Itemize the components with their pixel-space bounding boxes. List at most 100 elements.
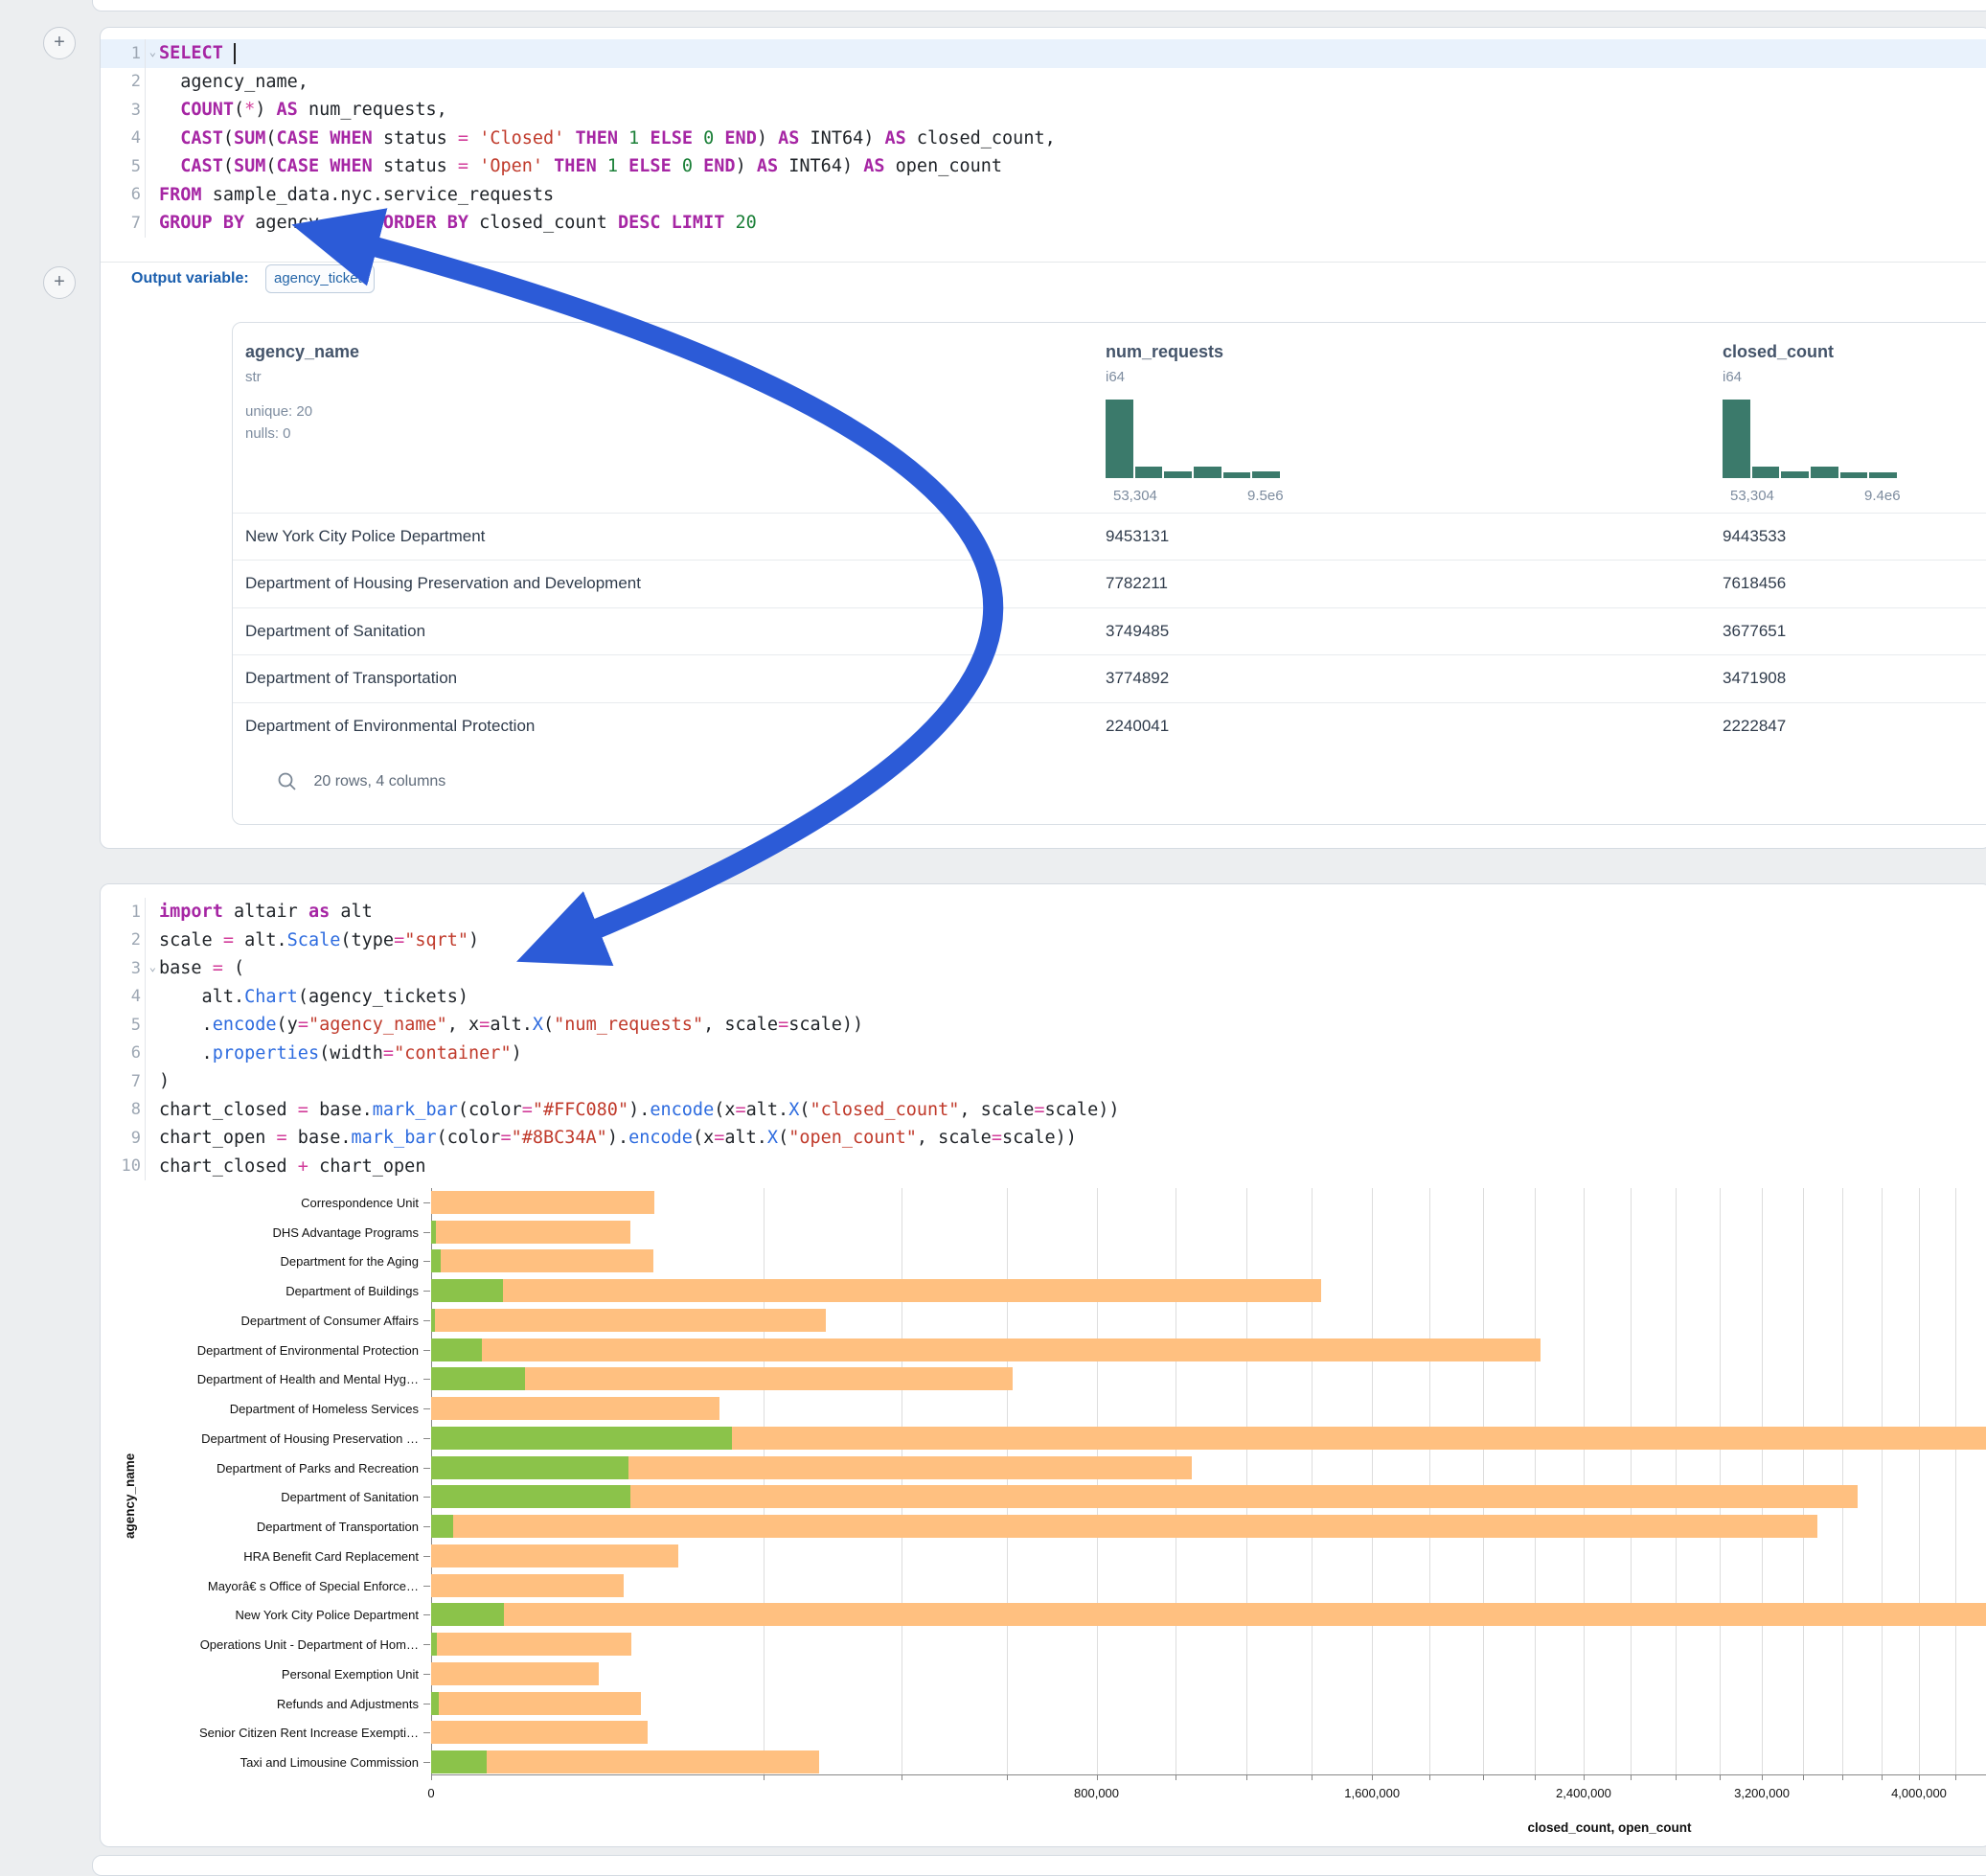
histogram-bar (1223, 472, 1251, 478)
gridline (1919, 1188, 1920, 1774)
add-cell-button-top[interactable]: + (43, 27, 76, 59)
y-axis-tick (423, 1762, 430, 1763)
x-axis-tick-label: 0 (427, 1786, 434, 1800)
column-histogram (1723, 400, 1897, 478)
closed_count-bar[interactable] (431, 1279, 1321, 1302)
y-axis-label: Senior Citizen Rent Increase Exempti… (112, 1726, 419, 1740)
table-row[interactable]: New York City Police Department945313194… (233, 513, 1986, 561)
code-line[interactable]: 2 agency_name, (101, 68, 1986, 97)
x-axis-tick (1842, 1774, 1843, 1780)
cell-agency-name: Department of Sanitation (245, 622, 425, 641)
code-line[interactable]: 1import altair as alt (101, 898, 1986, 927)
closed_count-bar[interactable] (431, 1191, 654, 1214)
column-header-agency_name[interactable]: agency_name (245, 342, 359, 362)
y-axis-label: Department of Parks and Recreation (112, 1461, 419, 1476)
closed_count-bar[interactable] (431, 1662, 599, 1685)
open_count-bar[interactable] (431, 1633, 437, 1656)
cell-num-requests: 9453131 (1106, 527, 1169, 546)
closed_count-bar[interactable] (431, 1515, 1817, 1538)
add-cell-button-middle[interactable]: + (43, 266, 76, 299)
output-variable-label: Output variable: (131, 270, 249, 287)
table-row[interactable]: Department of Environmental Protection22… (233, 702, 1986, 750)
python-code-editor[interactable]: 1import altair as alt2scale = alt.Scale(… (101, 898, 1986, 1180)
code-line[interactable]: 8chart_closed = base.mark_bar(color="#FF… (101, 1096, 1986, 1125)
x-axis-tick (1631, 1774, 1632, 1780)
y-axis-tick (423, 1261, 430, 1262)
cell-agency-name: Department of Housing Preservation and D… (245, 574, 641, 593)
y-axis-label: Department of Transportation (112, 1520, 419, 1534)
code-line[interactable]: 1⌄SELECT (101, 39, 1986, 68)
closed_count-bar[interactable] (431, 1309, 826, 1332)
closed_count-bar[interactable] (431, 1338, 1541, 1361)
y-axis-tick (423, 1586, 430, 1587)
x-axis-tick (1535, 1774, 1536, 1780)
code-line[interactable]: 7) (101, 1067, 1986, 1096)
code-line[interactable]: 6FROM sample_data.nyc.service_requests (101, 181, 1986, 210)
code-line[interactable]: 7GROUP BY agency_name ORDER BY closed_co… (101, 209, 1986, 238)
table-row[interactable]: Department of Sanitation37494853677651 (233, 607, 1986, 655)
open_count-bar[interactable] (431, 1456, 628, 1479)
line-number: 4 (101, 987, 145, 1006)
open_count-bar[interactable] (431, 1485, 630, 1508)
open_count-bar[interactable] (431, 1279, 503, 1302)
chevron-down-icon[interactable]: ⌄ (149, 960, 156, 973)
open_count-bar[interactable] (431, 1603, 504, 1626)
closed_count-bar[interactable] (431, 1397, 719, 1420)
closed_count-bar[interactable] (431, 1574, 624, 1597)
sql-code-editor[interactable]: 1⌄SELECT 2 agency_name,3 COUNT(*) AS num… (101, 39, 1986, 238)
histogram-bar (1106, 400, 1133, 478)
x-axis-tick (1882, 1774, 1883, 1780)
y-axis-label: Department of Buildings (112, 1284, 419, 1298)
code-text: SELECT (145, 39, 236, 68)
closed_count-bar[interactable] (431, 1544, 678, 1567)
table-row[interactable]: Department of Transportation377489234719… (233, 654, 1986, 702)
line-number: 3⌄ (101, 959, 145, 978)
code-line[interactable]: 5 .encode(y="agency_name", x=alt.X("num_… (101, 1011, 1986, 1040)
search-icon[interactable] (277, 771, 298, 792)
open_count-bar[interactable] (431, 1692, 439, 1715)
table-row[interactable]: Department of Housing Preservation and D… (233, 560, 1986, 607)
closed_count-bar[interactable] (431, 1485, 1858, 1508)
code-line[interactable]: 3⌄base = ( (101, 954, 1986, 983)
x-axis-tick (764, 1774, 765, 1780)
code-line[interactable]: 9chart_open = base.mark_bar(color="#8BC3… (101, 1124, 1986, 1153)
open_count-bar[interactable] (431, 1427, 732, 1450)
y-axis-label: Taxi and Limousine Commission (112, 1755, 419, 1770)
open_count-bar[interactable] (431, 1367, 525, 1390)
chevron-down-icon[interactable]: ⌄ (149, 45, 156, 58)
closed_count-bar[interactable] (431, 1692, 641, 1715)
column-type: i64 (1106, 369, 1125, 385)
open_count-bar[interactable] (431, 1221, 436, 1244)
open_count-bar[interactable] (431, 1338, 482, 1361)
code-line[interactable]: 4 CAST(SUM(CASE WHEN status = 'Closed' T… (101, 125, 1986, 153)
open_count-bar[interactable] (431, 1515, 453, 1538)
open_count-bar[interactable] (431, 1750, 487, 1773)
open_count-bar[interactable] (431, 1309, 435, 1332)
histogram-min-label: 53,304 (1113, 488, 1157, 504)
column-type: i64 (1723, 369, 1742, 385)
closed_count-bar[interactable] (431, 1633, 631, 1656)
code-line[interactable]: 2scale = alt.Scale(type="sqrt") (101, 927, 1986, 955)
line-number: 6 (101, 185, 145, 204)
x-axis-tick (1720, 1774, 1721, 1780)
code-line[interactable]: 5 CAST(SUM(CASE WHEN status = 'Open' THE… (101, 152, 1986, 181)
code-line[interactable]: 4 alt.Chart(agency_tickets) (101, 983, 1986, 1012)
code-line[interactable]: 3 COUNT(*) AS num_requests, (101, 96, 1986, 125)
code-text: FROM sample_data.nyc.service_requests (145, 181, 554, 210)
column-header-num_requests[interactable]: num_requests (1106, 342, 1223, 362)
closed_count-bar[interactable] (431, 1249, 653, 1272)
sql-cell: 1⌄SELECT 2 agency_name,3 COUNT(*) AS num… (100, 27, 1986, 849)
code-line[interactable]: 6 .properties(width="container") (101, 1040, 1986, 1068)
y-axis-label: HRA Benefit Card Replacement (112, 1549, 419, 1564)
code-text: .encode(y="agency_name", x=alt.X("num_re… (145, 1011, 863, 1040)
output-variable-chip[interactable]: agency_tickets (265, 264, 375, 293)
open_count-bar[interactable] (431, 1249, 441, 1272)
cell-num-requests: 2240041 (1106, 717, 1169, 736)
closed_count-bar[interactable] (431, 1721, 648, 1744)
histogram-bar (1252, 471, 1280, 478)
code-text: scale = alt.Scale(type="sqrt") (145, 927, 479, 955)
column-header-closed_count[interactable]: closed_count (1723, 342, 1834, 362)
closed_count-bar[interactable] (431, 1750, 819, 1773)
closed_count-bar[interactable] (431, 1221, 630, 1244)
closed_count-bar[interactable] (431, 1603, 1986, 1626)
